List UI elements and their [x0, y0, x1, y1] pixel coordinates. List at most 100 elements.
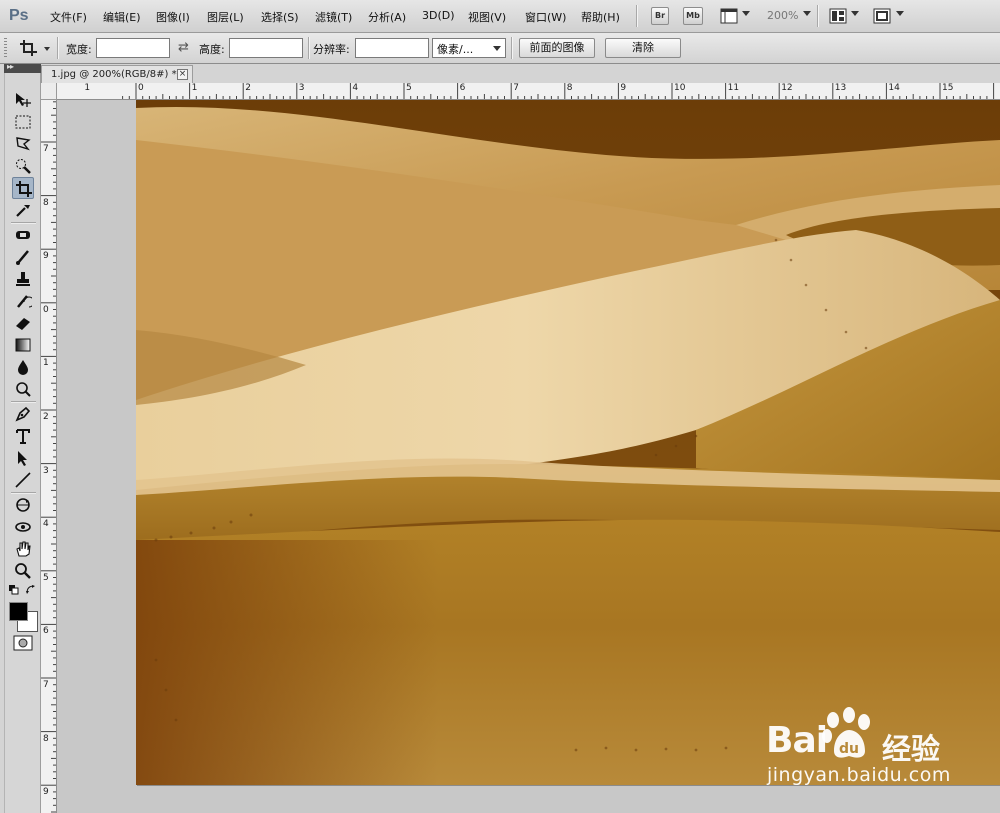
swap-colors-icon[interactable]	[26, 585, 36, 595]
hand-tool-icon	[16, 541, 31, 557]
watermark-url: jingyan.baidu.com	[767, 764, 951, 785]
path-select-tool[interactable]	[12, 447, 34, 469]
menu-edit[interactable]: 编辑(E)	[103, 9, 141, 25]
marquee-tool-icon	[15, 115, 31, 129]
options-separator	[511, 37, 513, 59]
eyedropper-tool[interactable]	[12, 199, 34, 221]
swap-icon[interactable]: ⇄	[178, 40, 189, 55]
menu-layer[interactable]: 图层(L)	[207, 9, 244, 25]
watermark-brand: Bai	[766, 720, 828, 761]
svg-text:du: du	[839, 741, 859, 757]
chevron-down-icon[interactable]	[742, 11, 750, 16]
ruler-label: 4	[43, 519, 49, 530]
chevron-down-icon[interactable]	[896, 11, 904, 16]
menu-help[interactable]: 帮助(H)	[581, 9, 620, 25]
baidu-jingyan-watermark: Bai du 经验 jingyan.baidu.com	[762, 706, 992, 785]
menu-image[interactable]: 图像(I)	[156, 9, 190, 25]
history-brush-tool-icon	[17, 295, 32, 308]
close-icon[interactable]: ×	[177, 69, 188, 80]
menu-analysis[interactable]: 分析(A)	[368, 9, 406, 25]
move-tool[interactable]	[12, 89, 34, 111]
menu-3d[interactable]: 3D(D)	[422, 9, 455, 22]
ruler-label: 1	[43, 358, 49, 369]
ruler-label: 8	[43, 733, 49, 744]
menu-select[interactable]: 选择(S)	[261, 9, 299, 25]
ruler-label: 1	[84, 83, 91, 93]
menu-view[interactable]: 视图(V)	[468, 9, 506, 25]
resolution-unit-select[interactable]: 像素/...	[432, 38, 506, 58]
options-separator	[57, 37, 59, 59]
chevron-down-icon[interactable]	[44, 47, 50, 51]
line-tool[interactable]	[12, 469, 34, 491]
horizontal-ruler-ticks	[122, 83, 995, 99]
document-tab[interactable]: 1.jpg @ 200%(RGB/8#) * ×	[41, 65, 193, 83]
ruler-label: 8	[566, 83, 573, 93]
bridge-button[interactable]: Br	[651, 7, 669, 25]
foreground-color-swatch[interactable]	[9, 602, 28, 621]
screen-mode-icon[interactable]	[873, 8, 891, 24]
ruler-label: 12	[781, 83, 793, 93]
type-tool-icon	[16, 429, 30, 444]
width-field[interactable]	[96, 38, 170, 58]
lasso-tool[interactable]	[12, 133, 34, 155]
quick-select-tool[interactable]	[12, 155, 34, 177]
spot-healing-tool[interactable]	[12, 224, 34, 246]
zoom-level[interactable]: 200%	[767, 9, 798, 22]
image-canvas[interactable]: Bai du 经验 jingyan.baidu.com	[136, 100, 1000, 785]
hand-tool[interactable]	[12, 538, 34, 560]
ruler-label: 6	[43, 626, 49, 637]
clear-button[interactable]: 清除	[605, 38, 681, 58]
gradient-tool[interactable]	[12, 334, 34, 356]
tools-panel-header[interactable]: ▸▸	[4, 62, 41, 73]
front-image-button[interactable]: 前面的图像	[519, 38, 595, 58]
chevron-down-icon	[493, 46, 501, 51]
clone-stamp-tool[interactable]	[12, 268, 34, 290]
3d-rotate-tool[interactable]	[12, 494, 34, 516]
3d-orbit-tool[interactable]	[12, 516, 34, 538]
horizontal-ruler[interactable]: 1 0 1 2 3 4 5 6 7 8 9 10 11 12 13 14 15	[57, 83, 1000, 100]
ruler-label: 7	[513, 83, 519, 93]
resolution-field[interactable]	[355, 38, 429, 58]
crop-tool-icon	[16, 181, 32, 197]
default-colors-icon[interactable]	[9, 585, 19, 595]
marquee-tool[interactable]	[12, 111, 34, 133]
expand-icon[interactable]: ▸▸	[7, 62, 14, 71]
crop-tool-preset-icon[interactable]	[19, 39, 39, 57]
chevron-down-icon[interactable]	[803, 11, 811, 16]
history-brush-tool[interactable]	[12, 290, 34, 312]
options-bar: 宽度: ⇄ 高度: 分辨率: 像素/... 前面的图像 清除	[0, 33, 1000, 64]
quick-mask-icon[interactable]	[13, 635, 33, 651]
type-tool[interactable]	[12, 425, 34, 447]
eraser-tool-icon	[16, 318, 30, 330]
dodge-tool[interactable]	[12, 378, 34, 400]
mini-bridge-button[interactable]: Mb	[683, 7, 703, 25]
pen-tool[interactable]	[12, 403, 34, 425]
menu-bar: Ps 文件(F) 编辑(E) 图像(I) 图层(L) 选择(S) 滤镜(T) 分…	[0, 0, 1000, 33]
3d-orbit-tool-icon	[15, 522, 31, 532]
eraser-tool[interactable]	[12, 312, 34, 334]
arrange-documents-icon[interactable]	[829, 8, 847, 24]
blur-tool[interactable]	[12, 356, 34, 378]
crop-tool[interactable]	[12, 177, 34, 199]
vertical-ruler[interactable]: 7 8 9 0 1 2 3 4 5 6 7 8 9	[41, 100, 57, 813]
path-select-tool-icon	[18, 451, 27, 466]
options-grip[interactable]	[4, 38, 7, 58]
menu-filter[interactable]: 滤镜(T)	[315, 9, 352, 25]
ruler-label: 5	[43, 572, 49, 583]
ruler-origin[interactable]	[41, 83, 57, 100]
menu-window[interactable]: 窗口(W)	[525, 9, 566, 25]
spot-healing-tool-icon	[16, 231, 30, 239]
document-tab-title: 1.jpg @ 200%(RGB/8#) *	[51, 69, 177, 80]
view-extras-icon[interactable]	[720, 8, 738, 24]
height-field[interactable]	[229, 38, 303, 58]
ruler-label: 9	[43, 251, 49, 262]
chevron-down-icon[interactable]	[851, 11, 859, 16]
ruler-label: 2	[43, 412, 49, 422]
sand-dunes-photo	[136, 100, 1000, 785]
lasso-tool-icon	[16, 137, 31, 151]
3d-rotate-tool-icon	[16, 498, 30, 512]
ruler-label: 8	[43, 197, 49, 208]
menu-file[interactable]: 文件(F)	[50, 9, 87, 25]
brush-tool[interactable]	[12, 246, 34, 268]
zoom-tool[interactable]	[12, 560, 34, 582]
